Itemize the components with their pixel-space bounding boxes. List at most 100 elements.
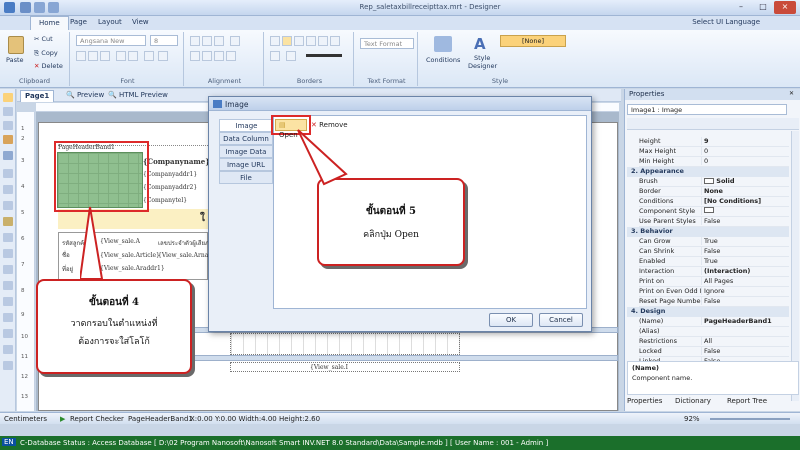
align-right-icon[interactable] [214,51,224,61]
category-design[interactable]: 4. Design [627,307,789,317]
prop-row[interactable]: Print on Even Odd Pa Ignore [639,287,789,297]
band-tool-icon[interactable] [3,107,13,116]
italic-icon[interactable] [88,51,98,61]
container-tool-icon[interactable] [3,345,13,354]
shape-tool-icon[interactable] [3,233,13,242]
ok-button[interactable]: OK [489,313,533,327]
panel-close-icon[interactable]: ✕ [789,90,798,99]
company-addr1-field[interactable]: {Companyaddr1} [143,171,197,178]
prop-row[interactable]: (Alias) [639,327,789,337]
paste-button[interactable]: Paste [6,56,24,64]
arname-field[interactable]: {View_sale.Arnam [158,252,214,259]
style-select[interactable]: [None] [500,35,566,47]
dialog-tab-image[interactable]: Image [219,119,273,132]
ui-language-selector[interactable]: Select UI Language [692,18,760,26]
border-none-icon[interactable] [282,36,292,46]
border-all-icon[interactable] [270,36,280,46]
prop-row[interactable]: Component Style [639,207,789,217]
table-tool-icon[interactable] [3,185,13,194]
border-bottom-icon[interactable] [330,36,340,46]
border-left-icon[interactable] [306,36,316,46]
grow-font-icon[interactable] [116,51,126,61]
shrink-font-icon[interactable] [128,51,138,61]
conditions-icon[interactable] [434,36,452,52]
align-middle-icon[interactable] [202,36,212,46]
prop-row[interactable]: Height 9 [639,137,789,147]
border-color-icon[interactable] [286,51,296,61]
align-left-icon[interactable] [190,51,200,61]
panel-tab-dictionary[interactable]: Dictionary [675,397,711,405]
conditions-button[interactable]: Conditions [426,56,460,64]
style-designer-label-1[interactable]: Style [474,54,490,62]
align-bottom-icon[interactable] [214,36,224,46]
redo-icon[interactable] [48,2,59,13]
paste-icon[interactable] [8,36,24,54]
crosstab-tool-icon[interactable] [3,313,13,322]
tab-html-preview[interactable]: 🔍 HTML Preview [104,90,172,102]
prop-row[interactable]: Use Parent Styles False [639,217,789,227]
dialog-tab-data-column[interactable]: Data Column [219,132,273,145]
dialog-tab-image-data[interactable]: Image Data [219,145,273,158]
prop-row[interactable]: Can Shrink False [639,247,789,257]
style-designer-label-2[interactable]: Designer [468,62,497,70]
copy-button[interactable]: ⎘ Copy [34,49,58,58]
prop-row[interactable]: Conditions [No Conditions] [639,197,789,207]
barcode-tool-icon[interactable] [3,217,13,226]
prop-row[interactable]: Border None [639,187,789,197]
line-tool-icon[interactable] [3,249,13,258]
dialog-tab-image-url[interactable]: Image URL [219,158,273,171]
cut-button[interactable]: ✂ Cut [34,35,53,43]
language-indicator[interactable]: EN [2,438,16,446]
pointer-tool-icon[interactable] [3,93,13,102]
clone-tool-icon[interactable] [3,361,13,370]
text-format-select[interactable]: Text Format [360,38,414,49]
highlight-icon[interactable] [158,51,168,61]
maximize-icon[interactable]: □ [752,1,774,14]
tab-page1[interactable]: Page1 [20,90,55,102]
company-name-field[interactable]: {Companyname} [143,157,210,166]
object-selector[interactable]: Image1 : Image [627,104,787,115]
panel-tab-properties[interactable]: Properties [627,397,662,405]
panel-tab-report-tree[interactable]: Report Tree [727,397,767,405]
word-wrap-icon[interactable] [230,36,240,46]
zipcode-tool-icon[interactable] [3,329,13,338]
cancel-button[interactable]: Cancel [539,313,583,327]
justify-icon[interactable] [226,51,236,61]
font-color-icon[interactable] [144,51,154,61]
tab-view[interactable]: View [124,16,157,30]
prop-row[interactable]: Can Grow True [639,237,789,247]
zoom-slider[interactable] [710,418,790,420]
chart-tool-icon[interactable] [3,201,13,210]
company-addr2-field[interactable]: {Companyaddr2} [143,184,197,191]
prop-row[interactable]: Locked False [639,347,789,357]
company-tel-field[interactable]: {Companytel} [143,197,187,204]
tab-preview[interactable]: 🔍 Preview [62,90,108,102]
prop-row[interactable]: Brush Solid [639,177,789,187]
save-icon[interactable] [20,2,31,13]
report-checker-button[interactable]: Report Checker [70,415,124,423]
prop-row[interactable]: (Name) PageHeaderBand1 [639,317,789,327]
pen-tool-icon[interactable] [3,135,13,144]
prop-row[interactable]: Print on All Pages [639,277,789,287]
image-tool-icon[interactable] [3,151,13,160]
prop-row[interactable]: Max Height 0 [639,147,789,157]
bold-icon[interactable] [76,51,86,61]
subreport-tool-icon[interactable] [3,297,13,306]
category-behavior[interactable]: 3. Behavior [627,227,789,237]
prop-row[interactable]: Restrictions All [639,337,789,347]
font-name-select[interactable]: Angsana New [76,35,146,46]
align-top-icon[interactable] [190,36,200,46]
align-center-icon[interactable] [202,51,212,61]
units-selector[interactable]: Centimeters [4,415,47,423]
prop-row[interactable]: Enabled True [639,257,789,267]
delete-button[interactable]: ✕ Delete [34,62,63,70]
border-top-icon[interactable] [294,36,304,46]
prop-row[interactable]: Reset Page Number False [639,297,789,307]
checkbox-tool-icon[interactable] [3,265,13,274]
dialog-tab-file[interactable]: File [219,171,273,184]
category-appearance[interactable]: 2. Appearance [627,167,789,177]
fill-color-icon[interactable] [270,51,280,61]
minimize-icon[interactable]: – [730,1,752,14]
text-tool-icon[interactable] [3,121,13,130]
underline-icon[interactable] [100,51,110,61]
